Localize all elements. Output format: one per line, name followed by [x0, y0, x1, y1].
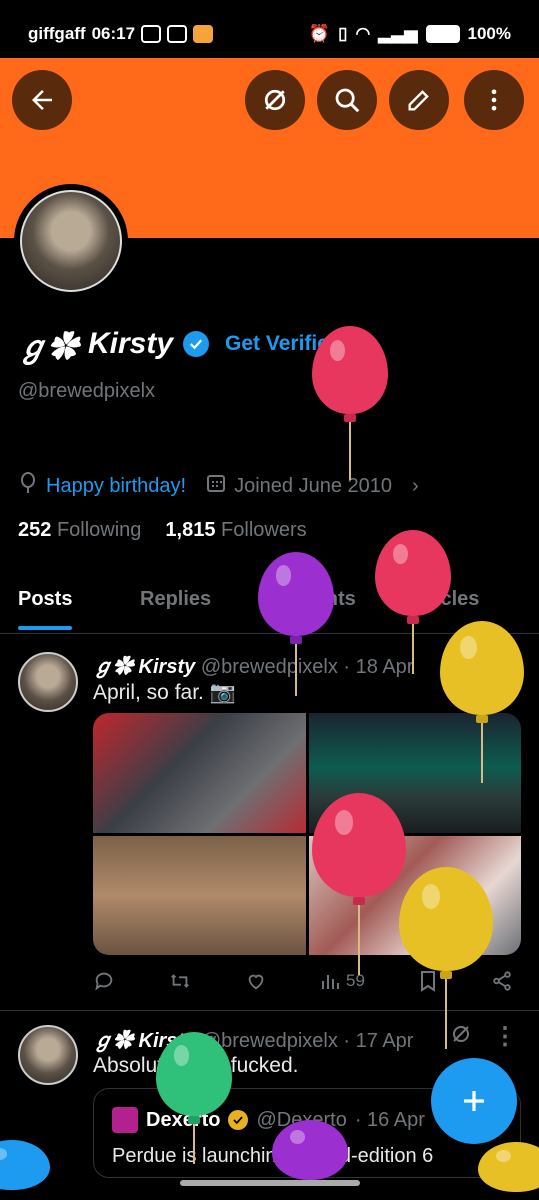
profile-handle: @brewedpixelx [18, 380, 156, 402]
balloon-decoration [156, 1032, 232, 1164]
battery-level: 100% [467, 24, 511, 43]
post-header: ℊ✿ Kirsty @brewedpixelx · 18 Apr [93, 650, 413, 679]
share-button[interactable] [491, 970, 513, 992]
status-right: ⏰ ▯ ◠ ▂▃▅ 100% [309, 24, 511, 44]
quoted-post-date: · 16 Apr [354, 1108, 425, 1131]
followers-label: Followers [221, 519, 307, 541]
search-icon [335, 88, 360, 113]
profile-name-prefix: ℊ✿ [18, 331, 78, 364]
status-left: giffgaff 06:17 [28, 24, 214, 44]
avatar-image [20, 190, 122, 292]
reply-button[interactable] [93, 970, 115, 992]
search-button[interactable] [317, 70, 377, 130]
post-avatar[interactable] [18, 1025, 78, 1085]
balloon-icon [18, 472, 38, 500]
vibrate-icon: ▯ [338, 24, 348, 43]
balloon-decoration [399, 867, 493, 1049]
post-photo-3[interactable] [93, 835, 306, 955]
arrow-left-icon [32, 90, 52, 110]
following-count: 252 [18, 519, 52, 541]
app-notification-icon [167, 25, 188, 43]
repost-button[interactable] [168, 970, 192, 992]
following-label: Following [56, 519, 142, 541]
post-more-button[interactable]: ⋮ [493, 1022, 517, 1051]
post-avatar[interactable] [18, 652, 78, 712]
nfc-icon [141, 25, 162, 43]
home-indicator[interactable] [180, 1180, 360, 1186]
profile-name-row: ℊ✿ Kirsty Get Verified [18, 322, 342, 366]
pencil-icon [408, 90, 429, 111]
balloon-decoration [258, 552, 334, 696]
balloon-decoration [440, 621, 524, 783]
more-options-button[interactable] [464, 70, 524, 130]
more-vertical-icon [491, 89, 497, 111]
balloon-decoration [478, 1142, 539, 1192]
profile-avatar[interactable] [14, 184, 128, 298]
grok-button[interactable] [245, 70, 305, 130]
post-photo-1[interactable] [93, 713, 306, 833]
followers-stat[interactable]: 1,815 Followers [165, 519, 306, 542]
post-header: ℊ✿ Kirsty @brewedpixelx · 17 Apr [93, 1024, 413, 1053]
clock: 06:17 [91, 24, 136, 43]
birthday-link[interactable]: Happy birthday! [46, 475, 186, 498]
compose-post-button[interactable] [431, 1058, 517, 1144]
back-button[interactable] [12, 70, 72, 130]
reply-icon [95, 972, 113, 991]
balloon-decoration [0, 1140, 50, 1190]
followers-count: 1,815 [165, 519, 216, 541]
battery-icon [425, 25, 460, 43]
grok-icon [264, 89, 286, 111]
post-text: April, so far. 📷 [93, 681, 236, 704]
following-stat[interactable]: 252 Following [18, 519, 141, 542]
alarm-icon: ⏰ [308, 24, 331, 43]
tab-replies[interactable]: Replies [140, 578, 211, 611]
follow-stats: 252 Following 1,815 Followers [18, 519, 307, 542]
repost-icon [171, 974, 189, 988]
balloon-decoration [312, 793, 406, 975]
profile-name: Kirsty [88, 327, 174, 360]
status-bar: giffgaff 06:17 ⏰ ▯ ◠ ▂▃▅ 100% [0, 0, 539, 58]
balloon-decoration [272, 1120, 348, 1180]
tab-posts[interactable]: Posts [18, 578, 73, 630]
dexerto-logo-icon [112, 1107, 138, 1133]
edit-profile-button[interactable] [389, 70, 449, 130]
like-button[interactable] [245, 970, 267, 992]
heart-notification-icon [193, 25, 214, 43]
wifi-icon: ◠ [355, 24, 371, 43]
post-author-name: ℊ✿ Kirsty [93, 656, 196, 678]
balloon-decoration [312, 326, 388, 480]
heart-icon [248, 974, 264, 990]
carrier-label: giffgaff [28, 24, 86, 43]
verified-badge-icon [183, 331, 210, 357]
share-icon [493, 971, 511, 991]
signal-icon: ▂▃▅ [378, 24, 418, 43]
calendar-icon [206, 473, 226, 499]
plus-icon [464, 1091, 484, 1111]
chevron-right-icon[interactable]: › [412, 475, 419, 498]
